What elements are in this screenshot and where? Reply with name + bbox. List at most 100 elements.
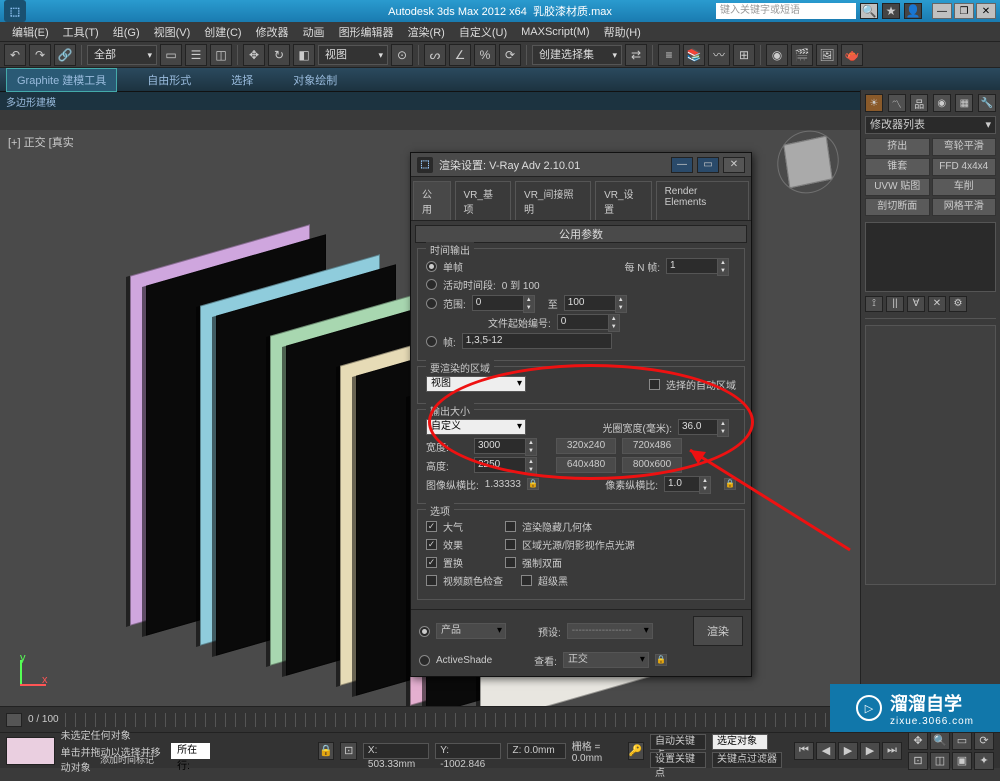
link-icon[interactable]: 🔗 [54,44,76,66]
scale-icon[interactable]: ◧ [293,44,315,66]
spinner-every-n[interactable]: 1 [666,258,718,274]
pivot-icon[interactable]: ⊙ [391,44,413,66]
angle-snap-icon[interactable]: ∠ [449,44,471,66]
dialog-minimize-button[interactable]: — [671,157,693,173]
coord-y[interactable]: Y: -1002.846 [435,743,501,759]
named-selection-dd[interactable]: 创建选择集 [532,45,622,65]
mod-taper[interactable]: 锥套 [865,158,930,176]
ribbon-tab-freeform[interactable]: 自由形式 [137,69,201,91]
favorites-icon[interactable]: ★ [882,3,900,19]
spinner-range-from[interactable]: 0 [472,295,524,311]
remove-mod-icon[interactable]: ✕ [928,296,946,312]
menu-customize[interactable]: 自定义(U) [453,24,513,40]
lock-img-aspect-icon[interactable]: 🔒 [527,478,539,490]
nav-walk-icon[interactable]: ✦ [974,752,994,770]
radio-range[interactable] [426,298,437,309]
lock-selection-icon[interactable]: 🔒 [318,742,334,760]
configure-icon[interactable]: ⚙ [949,296,967,312]
play-next-icon[interactable]: ▶ [860,742,880,760]
motion-panel-icon[interactable]: ◉ [933,94,951,112]
dd-preset[interactable]: ------------------ [567,623,653,639]
pin-stack-icon[interactable]: ⟟ [865,296,883,312]
play-icon[interactable]: ▶ [838,742,858,760]
radio-active-segment[interactable] [426,279,437,290]
dd-production[interactable]: 产品 [436,623,506,639]
preset-720[interactable]: 720x486 [622,438,682,454]
radio-single-frame[interactable] [426,261,437,272]
restore-button[interactable]: ❐ [954,3,974,19]
spinner-aperture[interactable]: 36.0 [678,419,718,435]
ref-coord-dd[interactable]: 视图 [318,45,388,65]
nav-zoom-ext-icon[interactable]: ⊡ [908,752,928,770]
cb-two-sided[interactable] [505,557,516,568]
rollout-common-params[interactable]: 公用参数 [415,225,747,243]
preset-640[interactable]: 640x480 [556,457,616,473]
dd-render-area[interactable]: 视图 [426,376,526,392]
select-name-icon[interactable]: ☰ [185,44,207,66]
utilities-panel-icon[interactable]: 🔧 [978,94,996,112]
rotate-icon[interactable]: ↻ [268,44,290,66]
hierarchy-panel-icon[interactable]: 品 [910,94,928,112]
nav-orbit-icon[interactable]: ⟳ [974,732,994,750]
minimize-button[interactable]: — [932,3,952,19]
tab-common[interactable]: 公用 [413,181,451,220]
menu-tools[interactable]: 工具(T) [57,24,105,40]
ribbon-tab-selection[interactable]: 选择 [221,69,263,91]
menu-graph[interactable]: 图形编辑器 [333,24,400,40]
menu-modifiers[interactable]: 修改器 [250,24,295,40]
dd-output-preset[interactable]: 自定义 [426,419,526,435]
play-start-icon[interactable]: ⏮ [794,742,814,760]
mod-lathe[interactable]: 车削 [932,178,997,196]
radio-production[interactable] [419,626,430,637]
coord-x[interactable]: X: 503.33mm [363,743,429,759]
curve-editor-icon[interactable]: 〰 [708,44,730,66]
mod-slice[interactable]: 剖切断面 [865,198,930,216]
add-time-tag[interactable]: 添加时间标记 [100,753,154,766]
dialog-close-button[interactable]: ✕ [723,157,745,173]
tab-vr-gi[interactable]: VR_间接照明 [515,181,591,220]
nav-max-icon[interactable]: ▣ [952,752,972,770]
spinner-file-start[interactable]: 0 [557,314,609,330]
play-prev-icon[interactable]: ◀ [816,742,836,760]
render-frame-icon[interactable]: 🖼 [816,44,838,66]
timeline-ticks[interactable] [65,713,854,727]
radio-activeshade[interactable] [419,655,430,666]
spinner-range-to[interactable]: 100 [564,295,616,311]
isolated-icon[interactable]: ⊡ [340,742,356,760]
modify-panel-icon[interactable]: 〽 [888,94,906,112]
cb-effects[interactable] [426,539,437,550]
menu-edit[interactable]: 编辑(E) [6,24,55,40]
mod-meshsmooth[interactable]: 网格平滑 [932,198,997,216]
dialog-maximize-button[interactable]: ▭ [697,157,719,173]
preset-800[interactable]: 800x600 [622,457,682,473]
menu-group[interactable]: 组(G) [107,24,146,40]
key-filters-button[interactable]: 关键点过滤器 [712,752,782,768]
input-frames[interactable]: 1,3,5-12 [462,333,612,349]
percent-snap-icon[interactable]: % [474,44,496,66]
cb-area-lights[interactable] [505,539,516,550]
modifier-list-dd[interactable]: 修改器列表 [865,116,996,134]
tab-render-elements[interactable]: Render Elements [656,181,749,220]
spinner-px-aspect[interactable]: 1.0 [664,476,700,492]
create-panel-icon[interactable]: ☀ [865,94,883,112]
menu-views[interactable]: 视图(V) [148,24,197,40]
material-editor-icon[interactable]: ◉ [766,44,788,66]
coord-z[interactable]: Z: 0.0mm [507,743,565,759]
cb-video-color[interactable] [426,575,437,586]
nav-pan-icon[interactable]: ✥ [908,732,928,750]
nav-fov-icon[interactable]: ▭ [952,732,972,750]
cb-displacement[interactable] [426,557,437,568]
display-panel-icon[interactable]: ▦ [955,94,973,112]
dialog-titlebar[interactable]: ⬚ 渲染设置: V-Ray Adv 2.10.01 — ▭ ✕ [411,153,751,177]
snap-toggle-icon[interactable]: ᔕ [424,44,446,66]
cb-render-hidden[interactable] [505,521,516,532]
viewcube[interactable] [783,136,832,189]
select-region-icon[interactable]: ◫ [210,44,232,66]
cb-atmospherics[interactable] [426,521,437,532]
unique-icon[interactable]: ∀ [907,296,925,312]
redo-icon[interactable]: ↷ [29,44,51,66]
ribbon-tab-graphite[interactable]: Graphite 建模工具 [6,68,117,92]
tab-vr-base[interactable]: VR_基项 [455,181,512,220]
nav-region-icon[interactable]: ◫ [930,752,950,770]
render-setup-icon[interactable]: 🎬 [791,44,813,66]
